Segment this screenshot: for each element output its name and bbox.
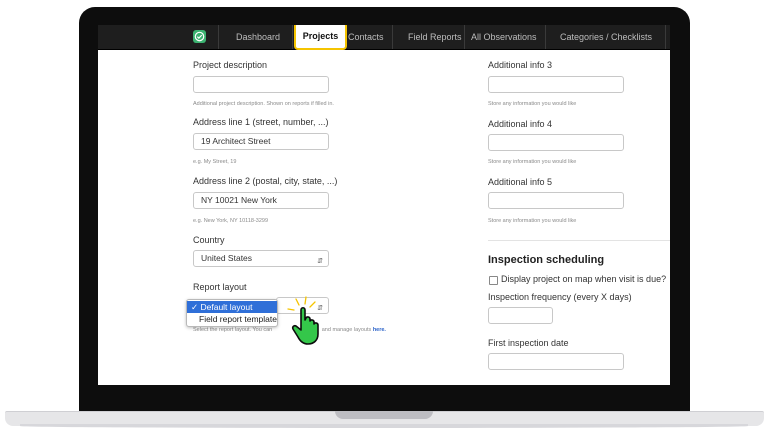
- pointing-hand-cursor-icon: [287, 296, 319, 345]
- country-label: Country: [193, 235, 225, 245]
- additional-info-3-label: Additional info 3: [488, 60, 553, 70]
- display-on-map-checkbox[interactable]: [489, 276, 498, 285]
- report-layout-help-suffix: and manage layouts: [321, 327, 372, 333]
- select-arrows-icon: ⇵: [317, 258, 323, 265]
- report-layout-label: Report layout: [193, 282, 247, 292]
- country-value: United States: [201, 253, 253, 263]
- nav-item-field-reports[interactable]: Field Reports: [408, 25, 462, 49]
- inspection-frequency-label: Inspection frequency (every X days): [488, 292, 632, 302]
- first-inspection-date-input[interactable]: [488, 353, 624, 370]
- additional-info-3-input[interactable]: [488, 76, 624, 93]
- address1-help: e.g. My Street, 19: [193, 159, 237, 165]
- nav-separator: [464, 25, 465, 49]
- project-description-help: Additional project description. Shown on…: [193, 101, 334, 107]
- dropdown-option-field-report-template[interactable]: Field report template: [187, 313, 277, 325]
- manage-layouts-link[interactable]: here.: [373, 327, 386, 333]
- nav-separator: [218, 25, 219, 49]
- display-on-map-label: Display project on map when visit is due…: [501, 274, 667, 284]
- additional-info-4-label: Additional info 4: [488, 119, 553, 129]
- nav-item-dashboard[interactable]: Dashboard: [236, 25, 280, 49]
- additional-info-5-help: Store any information you would like: [488, 218, 577, 224]
- additional-info-5-label: Additional info 5: [488, 177, 553, 187]
- nav-item-contacts[interactable]: Contacts: [348, 25, 384, 49]
- nav-item-categories-checklists[interactable]: Categories / Checklists: [560, 25, 652, 49]
- project-description-label: Project description: [193, 60, 268, 70]
- nav-item-projects[interactable]: Projects: [294, 25, 347, 50]
- address1-input[interactable]: 19 Architect Street: [193, 133, 329, 150]
- report-layout-dropdown: ✓ Default layout Field report template: [186, 299, 278, 327]
- additional-info-4-input[interactable]: [488, 134, 624, 151]
- additional-info-3-help: Store any information you would like: [488, 101, 577, 107]
- country-select[interactable]: United States ⇵: [193, 250, 329, 267]
- address2-help: e.g. New York, NY 10118-3299: [193, 218, 269, 224]
- address2-input[interactable]: NY 10021 New York: [193, 192, 329, 209]
- app-screen: Dashboard Projects Contacts Field Report…: [98, 25, 670, 385]
- nav-item-all-observations[interactable]: All Observations: [471, 25, 537, 49]
- app-logo-icon[interactable]: [193, 30, 206, 43]
- top-navbar: Dashboard Projects Contacts Field Report…: [98, 25, 670, 50]
- section-divider: [488, 240, 670, 241]
- report-layout-help-prefix: Select the report layout. You can: [193, 327, 273, 333]
- address2-label: Address line 2 (postal, city, state, ...…: [193, 176, 338, 186]
- additional-info-4-help: Store any information you would like: [488, 159, 577, 165]
- dropdown-option-default-layout[interactable]: ✓ Default layout: [187, 301, 277, 313]
- laptop-shadow: [20, 424, 748, 428]
- additional-info-5-input[interactable]: [488, 192, 624, 209]
- first-inspection-date-label: First inspection date: [488, 338, 569, 348]
- address1-label: Address line 1 (street, number, ...): [193, 117, 329, 127]
- project-description-input[interactable]: [193, 76, 329, 93]
- nav-separator: [545, 25, 546, 49]
- nav-separator: [292, 25, 293, 49]
- inspection-frequency-input[interactable]: [488, 307, 553, 324]
- laptop-notch: [335, 411, 433, 419]
- inspection-scheduling-heading: Inspection scheduling: [488, 254, 605, 266]
- nav-separator: [665, 25, 666, 49]
- nav-separator: [392, 25, 393, 49]
